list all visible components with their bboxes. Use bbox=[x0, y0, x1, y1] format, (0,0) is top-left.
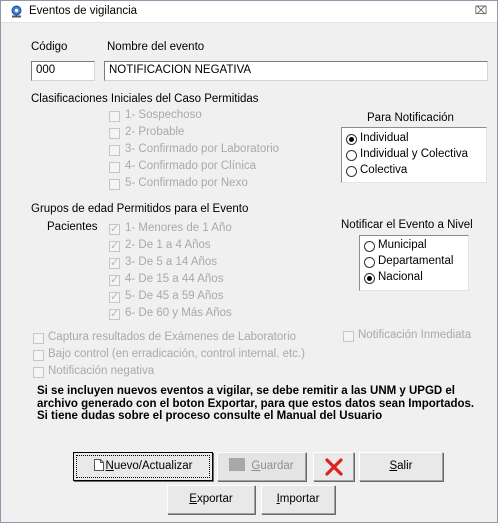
age-label: 3- De 5 a 14 Años bbox=[125, 256, 218, 268]
classification-label: 1- Sospechoso bbox=[125, 109, 202, 121]
code-label: Código bbox=[31, 41, 68, 53]
radio-colectiva[interactable] bbox=[346, 166, 357, 177]
age-checkbox[interactable] bbox=[109, 273, 120, 286]
save-label: uardar bbox=[260, 460, 294, 472]
control-checkbox[interactable] bbox=[33, 350, 44, 361]
classification-label: 4- Confirmado por Clínica bbox=[125, 160, 257, 172]
radio-individual[interactable] bbox=[346, 134, 357, 145]
new-document-icon bbox=[93, 459, 104, 471]
save-accesskey: G bbox=[251, 460, 261, 472]
app-icon bbox=[11, 5, 22, 18]
event-name-label: Nombre del evento bbox=[107, 41, 205, 53]
immediate-label: Notificación Inmediata bbox=[358, 329, 472, 341]
classification-checkbox[interactable] bbox=[109, 162, 120, 173]
level-radio-group: Municipal Departamental Nacional bbox=[359, 235, 469, 291]
classification-label: 2- Probable bbox=[125, 126, 185, 138]
control-label: Bajo control (en erradicación, control i… bbox=[48, 348, 305, 360]
exit-button[interactable]: Salir bbox=[359, 452, 443, 481]
lab-results-label: Captura resultados de Exámenes de Labora… bbox=[48, 331, 297, 343]
age-checkbox[interactable] bbox=[109, 290, 120, 303]
event-name-field[interactable]: NOTIFICACION NEGATIVA bbox=[104, 61, 488, 81]
delete-button[interactable] bbox=[313, 452, 354, 481]
radio-label: Nacional bbox=[378, 271, 423, 283]
classification-checkbox[interactable] bbox=[109, 128, 120, 139]
age-label: 2- De 1 a 4 Años bbox=[125, 239, 211, 251]
classifications-title: Clasificaciones Iniciales del Caso Permi… bbox=[31, 93, 259, 105]
save-icon bbox=[229, 458, 246, 471]
radio-municipal[interactable] bbox=[364, 241, 375, 252]
new-update-button[interactable]: Nuevo/Actualizar bbox=[73, 452, 213, 481]
save-button[interactable]: Guardar bbox=[217, 452, 306, 481]
new-accesskey: N bbox=[105, 460, 114, 472]
export-label: xportar bbox=[196, 493, 233, 505]
export-note: Si se incluyen nuevos eventos a vigilar,… bbox=[37, 385, 475, 422]
code-field[interactable]: 000 bbox=[31, 61, 95, 81]
radio-label: Municipal bbox=[378, 239, 427, 251]
exit-accesskey: S bbox=[389, 460, 398, 472]
import-label: mportar bbox=[279, 493, 320, 505]
eventos-dialog: Eventos de vigilancia ⌧ Código Nombre de… bbox=[0, 0, 498, 523]
age-checkbox[interactable] bbox=[109, 307, 120, 320]
radio-label: Individual bbox=[360, 132, 409, 144]
negative-label: Notificación negativa bbox=[48, 365, 155, 377]
level-title: Notificar el Evento a Nivel bbox=[341, 219, 473, 231]
radio-label: Departamental bbox=[378, 255, 454, 267]
radio-individual-colectiva[interactable] bbox=[346, 150, 357, 161]
import-button[interactable]: Importar bbox=[261, 485, 335, 514]
radio-label: Colectiva bbox=[360, 164, 408, 176]
export-button[interactable]: Exportar bbox=[167, 485, 255, 514]
age-label: 5- De 45 a 59 Años bbox=[125, 290, 224, 302]
age-label: 6- De 60 y Más Años bbox=[125, 307, 232, 319]
age-groups-title: Grupos de edad Permitidos para el Evento bbox=[31, 203, 249, 215]
immediate-checkbox[interactable] bbox=[343, 331, 354, 342]
notification-title: Para Notificación bbox=[367, 112, 454, 124]
delete-x-icon bbox=[324, 458, 343, 476]
close-icon[interactable]: ⌧ bbox=[471, 4, 491, 19]
notification-radio-group: Individual Individual y Colectiva Colect… bbox=[341, 127, 487, 183]
classification-label: 5- Confirmado por Nexo bbox=[125, 177, 248, 189]
age-label: 4- De 15 a 44 Años bbox=[125, 273, 224, 285]
patients-label: Pacientes bbox=[47, 221, 98, 233]
negative-checkbox[interactable] bbox=[33, 367, 44, 378]
export-accesskey: E bbox=[189, 493, 197, 505]
radio-departamental[interactable] bbox=[364, 257, 375, 268]
radio-nacional[interactable] bbox=[364, 273, 375, 284]
classification-checkbox[interactable] bbox=[109, 145, 120, 156]
classification-checkbox[interactable] bbox=[109, 179, 120, 190]
age-checkbox[interactable] bbox=[109, 239, 120, 252]
title-bar: Eventos de vigilancia ⌧ bbox=[1, 1, 497, 23]
exit-label: alir bbox=[397, 460, 413, 472]
classification-checkbox[interactable] bbox=[109, 111, 120, 122]
lab-results-checkbox[interactable] bbox=[33, 333, 44, 344]
radio-label: Individual y Colectiva bbox=[360, 148, 469, 160]
new-label: uevo/Actualizar bbox=[113, 460, 193, 472]
age-label: 1- Menores de 1 Año bbox=[125, 222, 232, 234]
age-checkbox[interactable] bbox=[109, 256, 120, 269]
age-checkbox[interactable] bbox=[109, 222, 120, 235]
classification-label: 3- Confirmado por Laboratorio bbox=[125, 143, 280, 155]
window-title: Eventos de vigilancia bbox=[29, 5, 138, 17]
